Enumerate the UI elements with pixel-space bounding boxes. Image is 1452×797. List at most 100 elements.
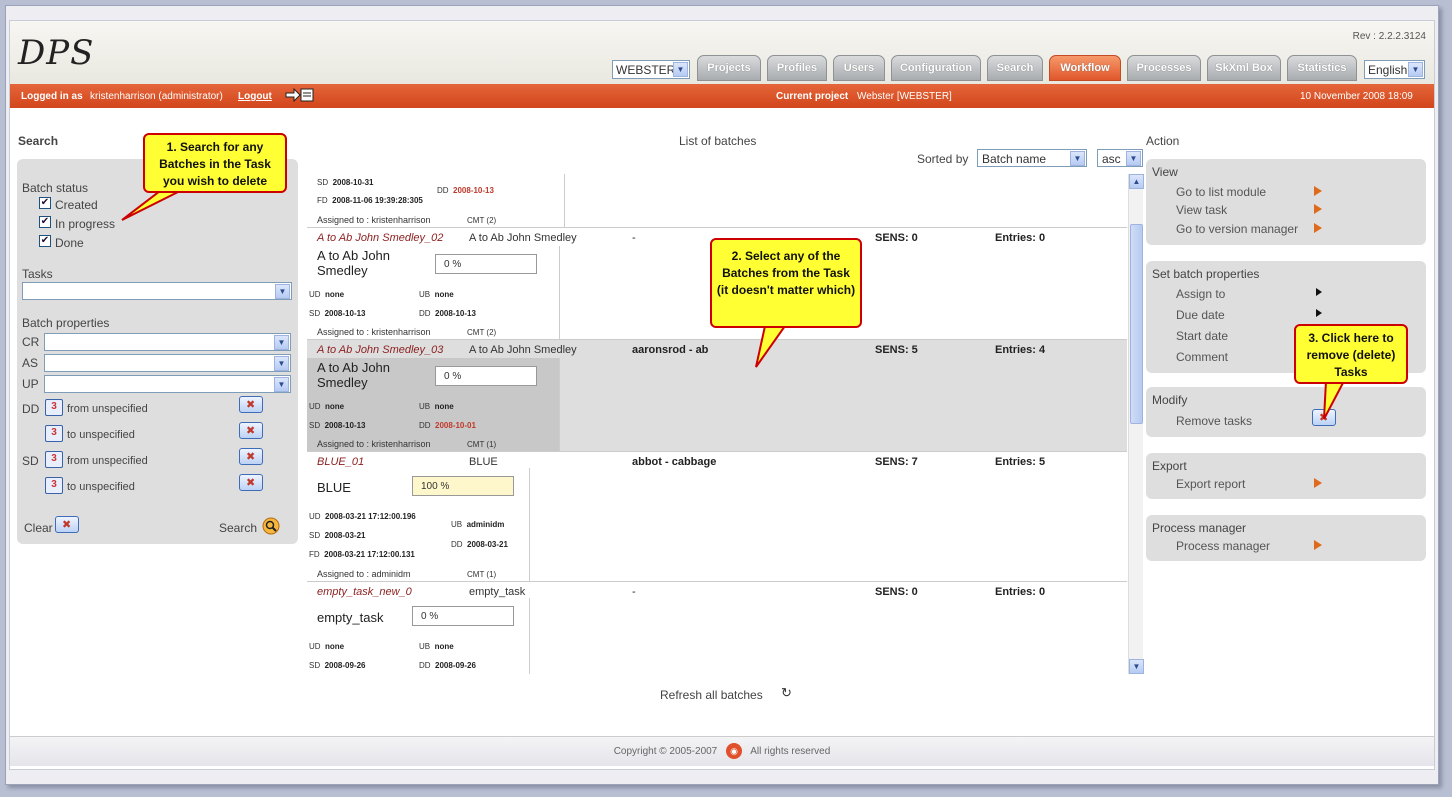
fd-meta: FD 2008-11-06 19:39:28:305: [317, 196, 423, 205]
switch-document-icon[interactable]: [284, 87, 316, 103]
sort-field-select[interactable]: Batch name ▼: [977, 149, 1087, 167]
batch-name[interactable]: A to Ab John Smedley_02: [317, 232, 443, 244]
tab-projects[interactable]: Projects: [697, 55, 761, 81]
ud-label: UD: [309, 290, 321, 299]
clear-icon[interactable]: [55, 516, 79, 533]
sort-field-value: Batch name: [982, 152, 1047, 166]
batch-name[interactable]: A to Ab John Smedley_03: [317, 344, 443, 356]
status-in-progress-checkbox[interactable]: ✔: [39, 216, 51, 228]
start-date-link[interactable]: Start date: [1176, 329, 1228, 343]
view-task-link[interactable]: View task: [1176, 203, 1227, 217]
sd-to-text: to unspecified: [67, 481, 135, 493]
calendar-icon[interactable]: 3: [45, 451, 63, 468]
arrow-right-icon[interactable]: [1314, 540, 1322, 550]
dd-from-clear-button[interactable]: [239, 396, 263, 413]
dd-to-clear-button[interactable]: [239, 422, 263, 439]
sd-from-clear-button[interactable]: [239, 448, 263, 465]
tasks-select[interactable]: ▼: [22, 282, 292, 300]
tab-workflow[interactable]: Workflow: [1049, 55, 1121, 81]
table-row[interactable]: empty_task_new_0 empty_task - SENS: 0 En…: [307, 582, 1127, 674]
refresh-icon[interactable]: ↻: [781, 685, 792, 701]
list-scrollbar[interactable]: ▲ ▼: [1128, 174, 1144, 674]
progress-field: 0 %: [435, 366, 537, 386]
status-created-checkbox[interactable]: ✔: [39, 197, 51, 209]
comment-link[interactable]: Comment: [1176, 350, 1228, 364]
chevron-down-icon: ▼: [274, 377, 289, 392]
table-row-selected[interactable]: A to Ab John Smedley_03 A to Ab John Sme…: [307, 340, 1127, 452]
arrow-right-icon[interactable]: [1314, 204, 1322, 214]
sens-count: SENS: 0: [875, 586, 918, 598]
fd-value: 2008-11-06 19:39:28:305: [332, 196, 423, 205]
tab-processes[interactable]: Processes: [1127, 55, 1201, 81]
status-done-checkbox[interactable]: ✔: [39, 235, 51, 247]
status-bar: Logged in as kristenharrison (administra…: [10, 84, 1434, 108]
batch-task-title: BLUE: [317, 480, 351, 495]
batch-name[interactable]: BLUE_01: [317, 456, 364, 468]
arrow-right-icon[interactable]: [1314, 223, 1322, 233]
refresh-all-button[interactable]: Refresh all batches: [660, 688, 763, 702]
up-select[interactable]: ▼: [44, 375, 291, 393]
batch-range: -: [632, 232, 636, 244]
tab-search[interactable]: Search: [987, 55, 1043, 81]
arrow-right-icon[interactable]: [1314, 186, 1322, 196]
cr-label: CR: [22, 335, 40, 349]
calendar-icon[interactable]: 3: [45, 425, 63, 442]
due-date-link[interactable]: Due date: [1176, 308, 1225, 322]
table-row[interactable]: SD 2008-10-31 DD 2008-10-13 FD 2008-11-0…: [307, 174, 1127, 228]
scroll-down-icon[interactable]: ▼: [1129, 659, 1144, 674]
language-select[interactable]: English ▼: [1364, 60, 1425, 79]
arrow-right-icon[interactable]: [1314, 478, 1322, 488]
tab-skxml-box[interactable]: SkXml Box: [1207, 55, 1281, 81]
assigned-to: Assigned to : kristenharrison: [317, 439, 431, 449]
scroll-up-icon[interactable]: ▲: [1129, 174, 1144, 189]
dd-meta: DD 2008-10-13: [419, 309, 476, 318]
callout-step-1: 1. Search for any Batches in the Task yo…: [143, 133, 287, 193]
ud-meta: UD none: [309, 402, 344, 411]
tab-users[interactable]: Users: [833, 55, 885, 81]
go-to-version-manager-link[interactable]: Go to version manager: [1176, 222, 1298, 236]
ub-meta: UB none: [419, 642, 454, 651]
dd-value: 2008-10-13: [435, 309, 476, 318]
cmt-count: CMT (1): [467, 440, 497, 449]
assign-to-link[interactable]: Assign to: [1176, 287, 1225, 301]
project-select[interactable]: WEBSTER ▼: [612, 60, 690, 79]
fd-meta: FD 2008-03-21 17:12:00.131: [309, 550, 415, 559]
scroll-thumb[interactable]: [1130, 224, 1143, 424]
tab-statistics[interactable]: Statistics: [1287, 55, 1357, 81]
tab-profiles[interactable]: Profiles: [767, 55, 827, 81]
process-manager-link[interactable]: Process manager: [1176, 539, 1270, 553]
export-report-link[interactable]: Export report: [1176, 477, 1245, 491]
go-to-list-module-link[interactable]: Go to list module: [1176, 185, 1266, 199]
tasks-label: Tasks: [22, 267, 53, 281]
logout-link[interactable]: Logout: [238, 91, 272, 102]
calendar-icon[interactable]: 3: [45, 399, 63, 416]
sd-meta: SD 2008-10-31: [317, 178, 374, 187]
remove-tasks-button[interactable]: [1312, 409, 1336, 426]
table-row[interactable]: BLUE_01 BLUE abbot - cabbage SENS: 7 Ent…: [307, 452, 1127, 582]
sd-label: SD: [309, 309, 321, 318]
as-select[interactable]: ▼: [44, 354, 291, 372]
submenu-arrow-icon[interactable]: [1316, 288, 1322, 296]
search-icon[interactable]: [262, 517, 280, 535]
dd-meta: DD 2008-09-26: [419, 661, 476, 670]
tab-configuration[interactable]: Configuration: [891, 55, 981, 81]
sd-from-text: from unspecified: [67, 455, 148, 467]
batch-properties-label: Batch properties: [22, 316, 110, 330]
search-button[interactable]: Search: [219, 521, 257, 535]
sort-order-select[interactable]: asc ▼: [1097, 149, 1143, 167]
ub-meta: UB none: [419, 402, 454, 411]
sd-meta: SD 2008-09-26: [309, 661, 366, 670]
clear-button[interactable]: Clear: [24, 521, 53, 535]
batch-range: aaronsrod - ab: [632, 344, 709, 356]
sd-to-clear-button[interactable]: [239, 474, 263, 491]
status-done-label: Done: [55, 236, 84, 250]
submenu-arrow-icon[interactable]: [1316, 309, 1322, 317]
calendar-icon[interactable]: 3: [45, 477, 63, 494]
dd-meta: DD 2008-03-21: [451, 540, 508, 549]
sens-count: SENS: 5: [875, 344, 918, 356]
export-heading: Export: [1152, 459, 1187, 473]
batch-name[interactable]: empty_task_new_0: [317, 586, 412, 598]
batch-range: -: [632, 586, 636, 598]
remove-tasks-link[interactable]: Remove tasks: [1176, 414, 1252, 428]
cr-select[interactable]: ▼: [44, 333, 291, 351]
